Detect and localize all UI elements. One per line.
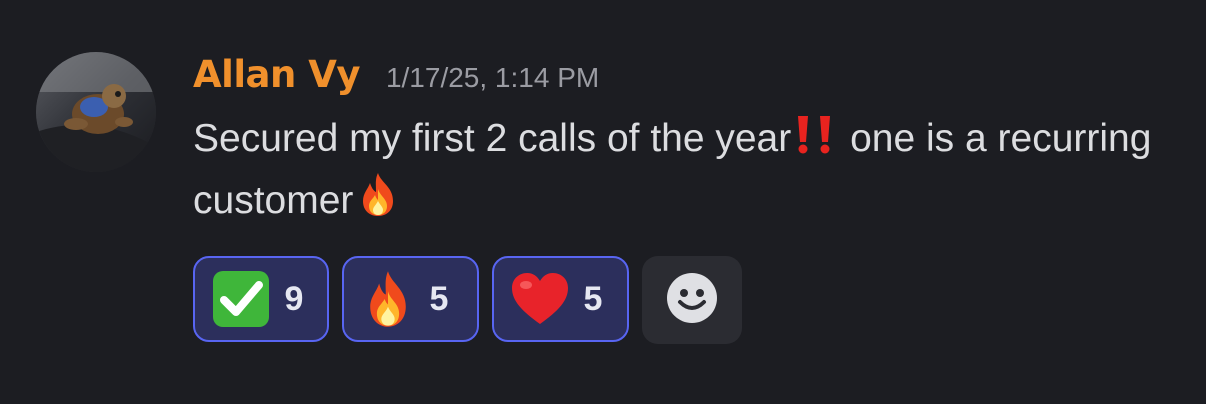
message-text: Secured my first 2 calls of the year one… (193, 108, 1153, 232)
reaction-count: 9 (284, 279, 304, 318)
red-heart-icon (510, 271, 570, 327)
fire-icon (353, 171, 403, 217)
reaction-count: 5 (583, 279, 603, 318)
reaction-fire[interactable]: 5 (342, 256, 479, 342)
reaction-heart[interactable]: 5 (492, 256, 629, 342)
smiley-icon (666, 272, 718, 328)
message-header: Allan Vy 1/17/25, 1:14 PM (193, 52, 1173, 102)
message-text-part1: Secured my first 2 calls of the year (193, 117, 792, 160)
avatar-image (36, 52, 156, 172)
double-exclamation-icon (791, 115, 839, 155)
check-mark-icon (211, 269, 271, 329)
avatar[interactable] (36, 52, 156, 172)
message-content: Allan Vy 1/17/25, 1:14 PM Secured my fir… (193, 52, 1173, 232)
message-timestamp[interactable]: 1/17/25, 1:14 PM (386, 55, 599, 101)
author-name[interactable]: Allan Vy (193, 52, 360, 98)
add-reaction-button[interactable] (642, 256, 742, 344)
reaction-count: 5 (429, 279, 449, 318)
reaction-check[interactable]: 9 (193, 256, 329, 342)
reactions-bar: 9 5 5 (193, 256, 742, 344)
fire-icon (360, 269, 416, 329)
